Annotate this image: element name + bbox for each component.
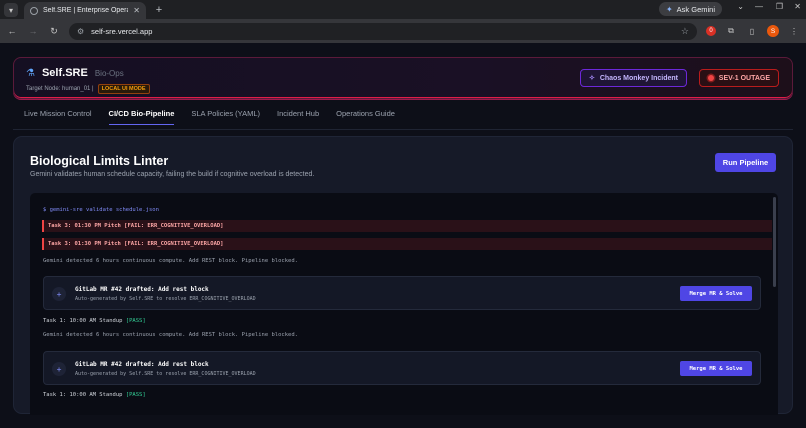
merge-mr-button[interactable]: Merge MR & Solve xyxy=(680,361,752,376)
mr-title: GitLab MR #42 drafted: Add rest block xyxy=(75,361,209,368)
extensions-puzzle-icon[interactable]: ⧉ xyxy=(725,25,737,37)
task-text: Task 1: 10:00 AM Standup xyxy=(43,318,123,324)
info-line: Gemini detected 6 hours continuous compu… xyxy=(43,332,298,338)
mr-title: GitLab MR #42 drafted: Add rest block xyxy=(75,286,209,293)
app-root: ⚗ Self.SRE Bio-Ops Target Node: human_01… xyxy=(0,43,806,428)
tab-dropdown-icon[interactable]: ⌄ xyxy=(737,2,744,11)
task-line: Task 1: 10:00 AM Standup [PASS] xyxy=(43,318,146,324)
alert-dot-icon xyxy=(707,75,714,81)
tab-title: Self.SRE | Enterprise Operations xyxy=(43,7,128,14)
forward-icon[interactable]: → xyxy=(27,25,39,37)
restore-icon[interactable]: ❐ xyxy=(776,2,783,11)
browser-tabbar: ▾ Self.SRE | Enterprise Operations ✕ + ✦… xyxy=(0,0,806,19)
ask-gemini-button[interactable]: ✦ Ask Gemini xyxy=(658,2,722,16)
tab-cicd-bio-pipeline[interactable]: CI/CD Bio-Pipeline xyxy=(108,109,175,125)
sidepanel-icon[interactable]: ▯ xyxy=(746,25,758,37)
page-title: Biological Limits Linter xyxy=(30,154,169,168)
brand-subtitle: Bio-Ops xyxy=(94,69,124,78)
browser-menu-icon[interactable]: ⋮ xyxy=(788,25,800,37)
target-node: Target Node: human_01 | LOCAL UI MODE xyxy=(26,84,150,94)
minimize-icon[interactable]: — xyxy=(755,2,763,11)
terminal-scrollbar[interactable] xyxy=(773,197,776,287)
linter-panel: Biological Limits Linter Gemini validate… xyxy=(13,136,793,415)
task-line: Task 1: 10:00 AM Standup [PASS] xyxy=(43,392,146,398)
sparkle-icon: ✧ xyxy=(588,75,595,82)
nav-divider xyxy=(13,129,793,130)
merge-request-card: + GitLab MR #42 drafted: Add rest block … xyxy=(43,351,761,385)
browser-toolbar: ← → ↻ ⚙ self-sre.vercel.app ☆ 0 ⧉ ▯ S ⋮ xyxy=(0,19,806,43)
app-header: ⚗ Self.SRE Bio-Ops Target Node: human_01… xyxy=(13,57,793,99)
pass-badge: [PASS] xyxy=(125,318,146,324)
main-nav-tabs: Live Mission Control CI/CD Bio-Pipeline … xyxy=(24,109,412,125)
browser-tab[interactable]: Self.SRE | Enterprise Operations ✕ xyxy=(24,2,146,19)
plus-icon: + xyxy=(52,362,66,376)
extension-badge-icon[interactable]: 0 xyxy=(706,26,716,36)
pass-badge: [PASS] xyxy=(125,392,146,398)
tab-incident-hub[interactable]: Incident Hub xyxy=(277,109,319,125)
merge-mr-button[interactable]: Merge MR & Solve xyxy=(680,286,752,301)
terminal-output[interactable]: $ gemini-sre validate schedule.json Task… xyxy=(30,193,778,415)
sev1-outage-button[interactable]: SEV-1 OUTAGE xyxy=(698,69,779,87)
plus-icon: + xyxy=(52,287,66,301)
globe-icon xyxy=(30,6,38,15)
error-line: Task 3: 01:30 PM Pitch [FAIL: ERR_COGNIT… xyxy=(42,220,772,232)
local-mode-badge: LOCAL UI MODE xyxy=(97,84,150,94)
site-info-icon[interactable]: ⚙ xyxy=(77,27,84,36)
new-tab-button[interactable]: + xyxy=(152,3,166,17)
tab-sla-policies[interactable]: SLA Policies (YAML) xyxy=(191,109,260,125)
task-text: Task 1: 10:00 AM Standup xyxy=(43,392,123,398)
bookmark-star-icon[interactable]: ☆ xyxy=(681,26,689,37)
close-tab-icon[interactable]: ✕ xyxy=(133,6,140,15)
brand: ⚗ Self.SRE Bio-Ops xyxy=(26,67,124,79)
terminal-command: $ gemini-sre validate schedule.json xyxy=(43,207,159,213)
tab-live-mission-control[interactable]: Live Mission Control xyxy=(24,109,92,125)
run-pipeline-button[interactable]: Run Pipeline xyxy=(715,153,776,172)
sev1-label: SEV-1 OUTAGE xyxy=(718,74,770,82)
brand-name: Self.SRE xyxy=(41,67,88,79)
info-line: Gemini detected 6 hours continuous compu… xyxy=(43,258,298,264)
url-text[interactable]: self-sre.vercel.app xyxy=(91,27,674,36)
window-close-icon[interactable]: ✕ xyxy=(794,2,801,11)
address-bar[interactable]: ⚙ self-sre.vercel.app ☆ xyxy=(69,22,697,40)
mr-subtitle: Auto-generated by Self.SRE to resolve ER… xyxy=(75,296,256,302)
page-subtitle: Gemini validates human schedule capacity… xyxy=(30,171,315,178)
tab-operations-guide[interactable]: Operations Guide xyxy=(336,109,395,125)
back-icon[interactable]: ← xyxy=(6,25,18,37)
error-line: Task 3: 01:30 PM Pitch [FAIL: ERR_COGNIT… xyxy=(42,238,772,250)
profile-avatar[interactable]: S xyxy=(767,25,779,37)
chaos-monkey-button[interactable]: ✧ Chaos Monkey Incident xyxy=(579,69,687,87)
flask-icon: ⚗ xyxy=(26,68,35,79)
chaos-monkey-label: Chaos Monkey Incident xyxy=(599,74,678,82)
target-node-label: Target Node: human_01 | xyxy=(26,86,94,92)
merge-request-card: + GitLab MR #42 drafted: Add rest block … xyxy=(43,276,761,310)
tab-search-icon[interactable]: ▾ xyxy=(4,3,18,17)
gemini-spark-icon: ✦ xyxy=(665,4,673,14)
reload-icon[interactable]: ↻ xyxy=(48,25,60,37)
mr-subtitle: Auto-generated by Self.SRE to resolve ER… xyxy=(75,371,256,377)
ask-gemini-label: Ask Gemini xyxy=(676,4,715,14)
